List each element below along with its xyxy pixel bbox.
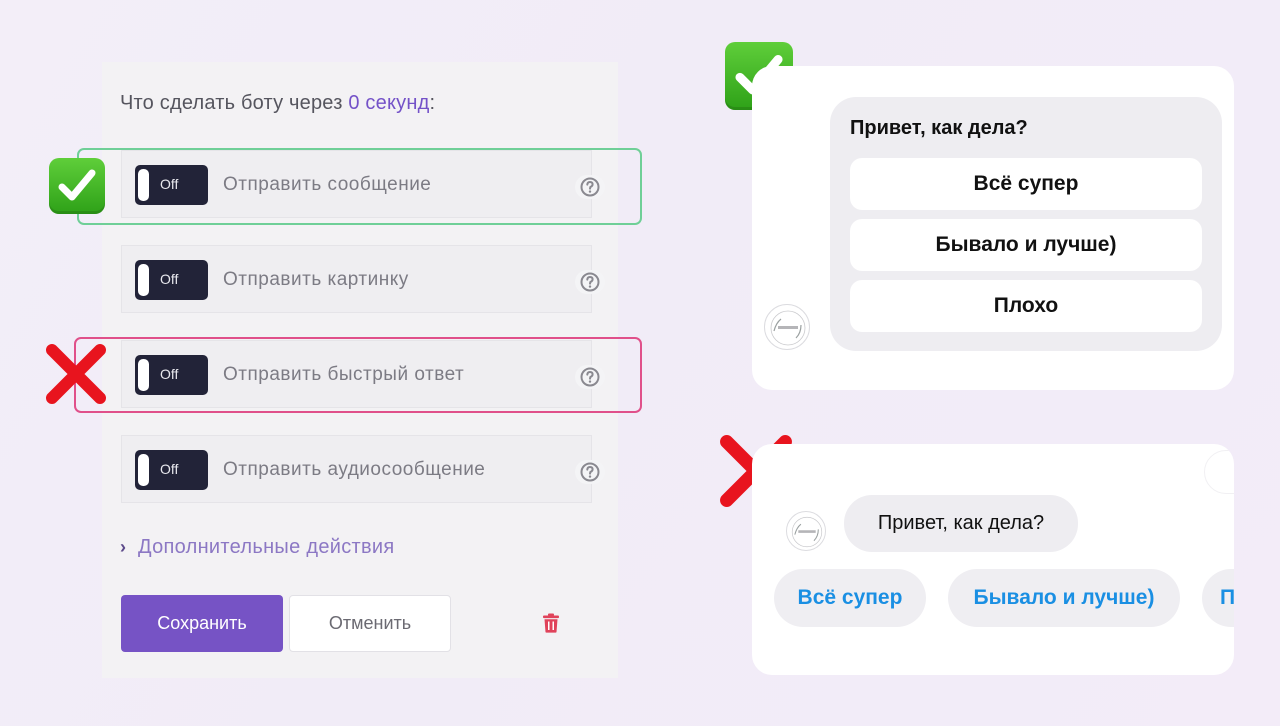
toggle-knob <box>138 454 149 486</box>
reply-button[interactable]: Плохо <box>850 280 1202 332</box>
send-message-toggle[interactable]: Off <box>135 165 208 205</box>
toggle-knob <box>138 359 149 391</box>
bot-action-settings-panel: Что сделать боту через 0 секунд: Off Отп… <box>102 62 618 678</box>
action-label: Отправить картинку <box>223 269 409 290</box>
send-audio-toggle[interactable]: Off <box>135 450 208 490</box>
toggle-state-label: Off <box>160 176 179 192</box>
faded-element <box>1204 450 1234 494</box>
trash-icon[interactable] <box>542 613 560 638</box>
action-row-send-message: Off Отправить сообщение <box>121 150 605 218</box>
chevron-right-icon: › <box>120 537 127 557</box>
message-bubble-with-buttons: Привет, как дела? Всё супер Бывало и луч… <box>830 97 1222 351</box>
cross-mark-icon <box>46 344 106 404</box>
correct-example-card: Привет, как дела? Всё супер Бывало и луч… <box>752 66 1234 390</box>
question-circle-icon[interactable] <box>575 365 605 389</box>
toggle-knob <box>138 264 149 296</box>
question-circle-icon[interactable] <box>575 175 605 199</box>
more-actions-link[interactable]: › Дополнительные действия <box>120 536 395 559</box>
avatar <box>764 304 810 350</box>
more-actions-label: Дополнительные действия <box>138 536 395 558</box>
message-bubble: Привет, как дела? <box>844 495 1078 552</box>
action-label: Отправить быстрый ответ <box>223 364 465 385</box>
wrong-example-card: Привет, как дела? Всё супер Бывало и луч… <box>752 444 1234 675</box>
action-label: Отправить аудиосообщение <box>223 459 486 480</box>
question-circle-icon[interactable] <box>575 460 605 484</box>
quick-reply-chip[interactable]: Всё супер <box>774 569 926 627</box>
check-mark-button-icon <box>49 158 105 214</box>
action-row-send-quick-reply: Off Отправить быстрый ответ <box>121 340 605 408</box>
heading-prefix: Что сделать боту через <box>120 92 343 114</box>
action-row-send-audio: Off Отправить аудиосообщение <box>121 435 605 503</box>
send-image-toggle[interactable]: Off <box>135 260 208 300</box>
heading-suffix: : <box>429 92 436 114</box>
quick-reply-chip[interactable]: П <box>1202 569 1234 627</box>
action-row-send-image: Off Отправить картинку <box>121 245 605 313</box>
panel-heading: Что сделать боту через 0 секунд: <box>120 92 435 115</box>
send-quick-reply-toggle[interactable]: Off <box>135 355 208 395</box>
action-label: Отправить сообщение <box>223 174 432 195</box>
toggle-knob <box>138 169 149 201</box>
toggle-state-label: Off <box>160 271 179 287</box>
message-text: Привет, как дела? <box>850 117 1028 139</box>
reply-button[interactable]: Всё супер <box>850 158 1202 210</box>
save-button[interactable]: Сохранить <box>121 595 283 652</box>
quick-reply-chip[interactable]: Бывало и лучше) <box>948 569 1180 627</box>
toggle-state-label: Off <box>160 366 179 382</box>
question-circle-icon[interactable] <box>575 270 605 294</box>
avatar <box>786 511 826 551</box>
reply-button[interactable]: Бывало и лучше) <box>850 219 1202 271</box>
cancel-button[interactable]: Отменить <box>289 595 451 652</box>
toggle-state-label: Off <box>160 461 179 477</box>
delay-link[interactable]: 0 секунд <box>348 92 429 114</box>
